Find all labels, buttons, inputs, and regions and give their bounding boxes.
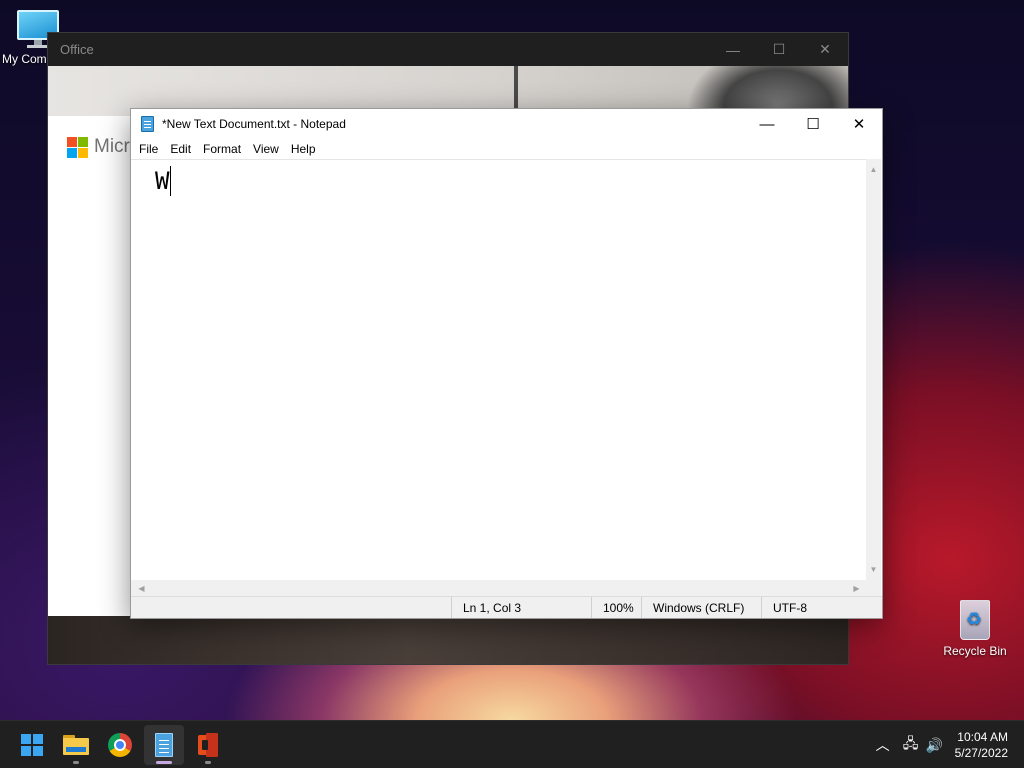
desktop-icon-label: Recycle Bin — [943, 644, 1007, 658]
chrome-icon — [108, 733, 132, 757]
office-maximize-button[interactable]: ☐ — [756, 33, 802, 66]
notepad-icon — [141, 116, 154, 132]
windows-logo-square — [21, 746, 31, 756]
office-signin-panel: Micro — [48, 116, 140, 616]
status-line-ending: Windows (CRLF) — [653, 600, 745, 615]
menu-format[interactable]: Format — [197, 142, 247, 156]
notepad-minimize-button[interactable]: — — [744, 109, 790, 139]
notepad-close-button[interactable]: ✕ — [836, 109, 882, 139]
menu-file[interactable]: File — [133, 142, 164, 156]
taskbar-file-explorer[interactable] — [56, 725, 96, 765]
notepad-text-area[interactable]: W — [131, 159, 867, 580]
status-zoom: 100% — [603, 600, 634, 615]
vertical-scrollbar[interactable]: ▲ ▼ — [866, 159, 881, 580]
notepad-icon — [155, 733, 173, 757]
network-icon[interactable]: 🖧 — [899, 733, 923, 757]
active-indicator — [156, 761, 172, 764]
clock-date: 5/27/2022 — [954, 746, 1008, 760]
windows-logo-square — [21, 734, 31, 744]
office-icon — [198, 733, 218, 757]
text-caret — [170, 166, 172, 196]
desktop-icon-recycle-bin[interactable]: ♻ Recycle Bin — [937, 596, 1013, 658]
statusbar-spacer — [131, 597, 452, 618]
windows-logo-square — [33, 746, 43, 756]
taskbar-chrome[interactable] — [100, 725, 140, 765]
office-close-button[interactable]: ✕ — [802, 33, 848, 66]
folder-icon — [63, 735, 89, 755]
logo-square — [67, 136, 77, 147]
notepad-text-content: W — [155, 167, 170, 195]
logo-square — [78, 136, 88, 147]
start-button[interactable] — [12, 725, 52, 765]
notepad-menubar: File Edit Format View Help — [131, 139, 882, 159]
clock-time: 10:04 AM — [957, 730, 1008, 744]
horizontal-scrollbar[interactable]: ◀ ▶ — [131, 580, 867, 596]
logo-square — [67, 147, 77, 158]
running-indicator — [205, 761, 211, 764]
scroll-down-arrow-icon[interactable]: ▼ — [866, 561, 881, 578]
office-minimize-button[interactable]: — — [710, 33, 756, 66]
taskbar: ︿ 🖧 🔊 10:04 AM 5/27/2022 — [0, 720, 1024, 768]
menu-view[interactable]: View — [247, 142, 285, 156]
volume-icon[interactable]: 🔊 — [923, 733, 947, 757]
windows-logo-icon — [21, 734, 43, 756]
recycle-bin-icon: ♻ — [958, 596, 992, 640]
taskbar-office[interactable] — [188, 725, 228, 765]
office-title: Office — [60, 42, 94, 57]
show-hidden-icons-chevron-icon[interactable]: ︿ — [871, 733, 895, 757]
scroll-right-arrow-icon[interactable]: ▶ — [848, 580, 865, 596]
notepad-title: *New Text Document.txt - Notepad — [162, 117, 346, 131]
running-indicator — [73, 761, 79, 764]
system-tray: ︿ 🖧 🔊 10:04 AM 5/27/2022 — [871, 721, 1024, 768]
status-cursor-position: Ln 1, Col 3 — [463, 600, 522, 615]
taskbar-notepad[interactable] — [144, 725, 184, 765]
menu-help[interactable]: Help — [285, 142, 322, 156]
scroll-up-arrow-icon[interactable]: ▲ — [866, 161, 881, 178]
scroll-left-arrow-icon[interactable]: ◀ — [133, 580, 150, 596]
scrollbar-corner — [866, 580, 881, 596]
windows-logo-square — [33, 734, 43, 744]
clock[interactable]: 10:04 AM 5/27/2022 — [947, 729, 1024, 761]
menu-edit[interactable]: Edit — [164, 142, 197, 156]
notepad-maximize-button[interactable]: ☐ — [790, 109, 836, 139]
logo-square — [78, 147, 88, 158]
microsoft-logo-icon — [67, 136, 88, 158]
notepad-window[interactable]: *New Text Document.txt - Notepad — ☐ ✕ F… — [130, 108, 883, 619]
status-encoding: UTF-8 — [773, 600, 807, 615]
notepad-statusbar: Ln 1, Col 3 100% Windows (CRLF) UTF-8 — [131, 596, 882, 618]
